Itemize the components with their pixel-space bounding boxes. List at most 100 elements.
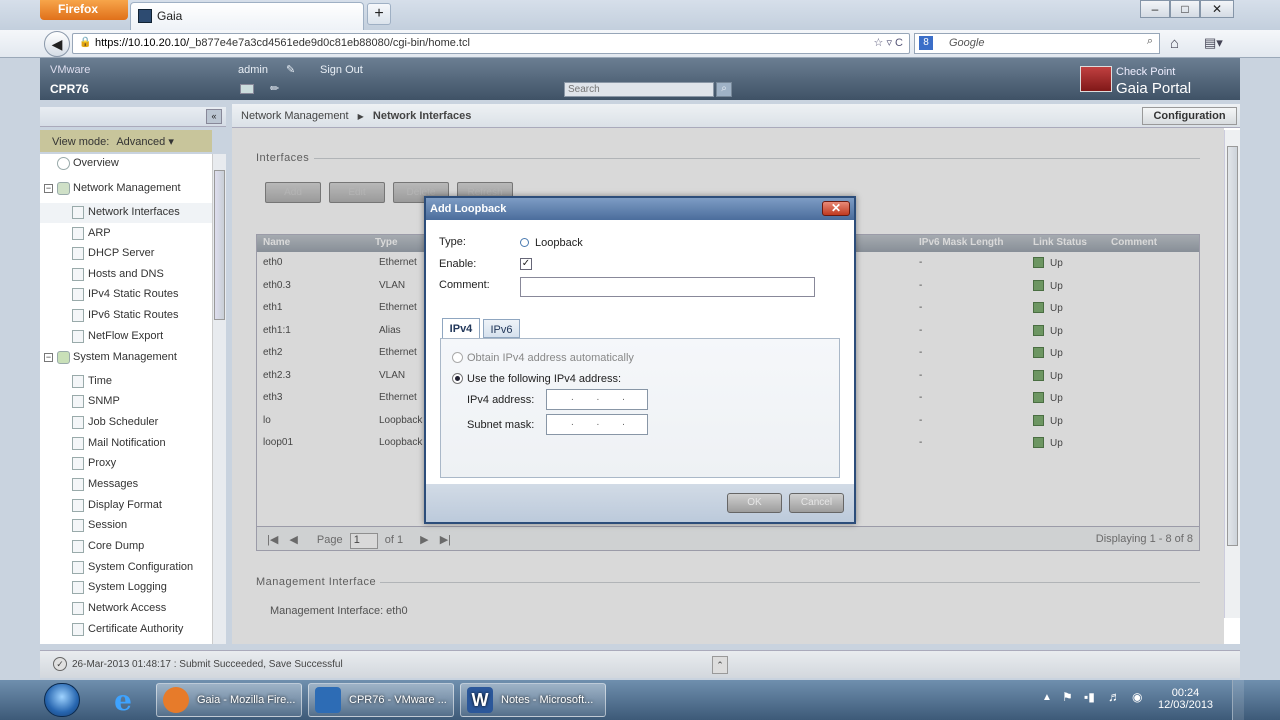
edit-pencil-icon[interactable]: ✏ (270, 82, 279, 95)
taskbar-item-label: CPR76 - VMware ... (349, 694, 447, 706)
sidebar-item-ipv4-static-routes[interactable]: IPv4 Static Routes (40, 285, 212, 305)
tools-icon[interactable]: ✎ (286, 63, 295, 76)
new-tab-button[interactable]: + (367, 3, 391, 25)
clock-time: 00:24 (1171, 687, 1200, 699)
start-button-icon[interactable] (44, 683, 80, 717)
enable-checkbox[interactable]: ✓ (520, 258, 532, 270)
view-mode-selector[interactable]: View mode: Advanced ▾ (40, 130, 212, 152)
sidebar-item-netflow-export[interactable]: NetFlow Export (40, 327, 212, 347)
url-bar[interactable]: 🔒 https://10.10.20.10/_b877e4e7a3cd4561e… (72, 33, 910, 54)
language-icon[interactable]: ◉ (1132, 690, 1142, 704)
collapse-node-icon[interactable]: − (44, 353, 53, 362)
page-icon (72, 309, 84, 322)
sidebar-item-hosts-dns[interactable]: Hosts and DNS (40, 265, 212, 285)
sidebar-item-network-interfaces[interactable]: Network Interfaces (40, 203, 212, 223)
page-icon (72, 499, 84, 512)
ipv4-address-label: IPv4 address: (467, 394, 535, 406)
back-arrow-icon[interactable]: ◀ (44, 31, 70, 57)
sidebar-item-network-management[interactable]: − Network Management (40, 179, 212, 199)
system-clock[interactable]: 00:24 12/03/2013 (1158, 687, 1213, 711)
breadcrumb-separator-icon: ▶ (357, 112, 364, 121)
magnifier-icon[interactable]: ⌕ (1147, 35, 1153, 48)
bookmarks-menu-icon[interactable]: ▤▾ (1204, 35, 1223, 51)
page-icon (72, 416, 84, 429)
gaia-favicon-icon (138, 9, 152, 23)
browser-tab-gaia[interactable]: Gaia (130, 2, 364, 30)
close-icon[interactable]: ✕ (822, 201, 850, 216)
network-signal-icon[interactable]: ▪▮ (1084, 690, 1095, 704)
search-icon[interactable]: ⌕ (716, 82, 732, 97)
scrollbar-thumb[interactable] (214, 170, 225, 320)
sidebar-item-dhcp-server[interactable]: DHCP Server (40, 244, 212, 264)
home-icon[interactable]: ⌂ (1170, 35, 1179, 52)
taskbar-item-word[interactable]: W Notes - Microsoft... (460, 683, 606, 717)
close-window-button[interactable]: ✕ (1200, 0, 1234, 18)
show-hidden-icons-icon[interactable]: ▲ (1042, 692, 1052, 703)
minimize-button[interactable]: – (1140, 0, 1170, 18)
tab-ipv6[interactable]: IPv6 (483, 319, 520, 338)
comment-label: Comment: (439, 279, 490, 291)
ok-button[interactable]: OK (727, 493, 782, 513)
sidebar-item-overview[interactable]: Overview (40, 154, 212, 174)
action-center-icon[interactable]: ⚑ (1062, 690, 1073, 704)
breadcrumb-parent[interactable]: Network Management (241, 110, 349, 122)
sidebar-item-certificate-authority[interactable]: Certificate Authority (40, 620, 212, 640)
terminal-icon[interactable] (240, 84, 254, 94)
collapse-sidebar-icon[interactable]: « (206, 109, 222, 124)
page-icon (72, 540, 84, 553)
sidebar-item-ipv6-static-routes[interactable]: IPv6 Static Routes (40, 306, 212, 326)
expand-status-icon[interactable]: ⌃ (712, 656, 728, 674)
sidebar-item-mail-notification[interactable]: Mail Notification (40, 434, 212, 454)
sidebar-item-messages[interactable]: Messages (40, 475, 212, 495)
sidebar-item-label: System Configuration (88, 561, 194, 573)
subnet-mask-input[interactable]: . . . (546, 414, 648, 435)
sidebar-item-arp[interactable]: ARP (40, 224, 212, 244)
check-point-logo-icon (1080, 66, 1112, 92)
tab-ipv4[interactable]: IPv4 (442, 318, 480, 338)
taskbar-item-label: Gaia - Mozilla Fire... (197, 694, 296, 706)
maximize-button[interactable]: □ (1170, 0, 1200, 18)
taskbar-item-firefox[interactable]: Gaia - Mozilla Fire... (156, 683, 302, 717)
sidebar-item-system-management[interactable]: − System Management (40, 348, 212, 368)
system-icon (57, 351, 70, 364)
portal-search-input[interactable] (564, 82, 714, 97)
type-value: Loopback (520, 237, 583, 249)
main-scrollbar[interactable] (1224, 130, 1240, 618)
web-search-input[interactable]: 8 Google ⌕ (914, 33, 1160, 54)
bookmark-star-icon[interactable]: ☆ ▿ C (874, 36, 903, 49)
internet-explorer-icon[interactable]: e (106, 684, 140, 717)
sidebar-item-system-configuration[interactable]: System Configuration (40, 558, 212, 578)
scrollbar-thumb[interactable] (1227, 146, 1238, 546)
radio-use-following[interactable] (452, 373, 463, 384)
volume-icon[interactable]: ♬ (1108, 689, 1121, 704)
sign-out-link[interactable]: Sign Out (320, 64, 363, 76)
show-desktop-button[interactable] (1232, 680, 1244, 720)
sidebar-item-job-scheduler[interactable]: Job Scheduler (40, 413, 212, 433)
page-icon (72, 206, 84, 219)
sidebar-item-snmp[interactable]: SNMP (40, 392, 212, 412)
ipv4-address-input[interactable]: . . . (546, 389, 648, 410)
dialog-title[interactable]: Add Loopback (426, 198, 854, 220)
comment-field[interactable] (520, 277, 815, 297)
collapse-node-icon[interactable]: − (44, 184, 53, 193)
sidebar-scrollbar[interactable] (212, 154, 226, 644)
page-icon (72, 247, 84, 260)
sidebar-item-display-format[interactable]: Display Format (40, 496, 212, 516)
taskbar-item-label: Notes - Microsoft... (501, 694, 594, 706)
configuration-button[interactable]: Configuration (1142, 107, 1237, 125)
firefox-menu-button[interactable]: Firefox (40, 0, 128, 20)
gaia-header: VMware CPR76 admin ✎ Sign Out ✏ ⌕ Check … (40, 58, 1240, 100)
sidebar-item-system-logging[interactable]: System Logging (40, 578, 212, 598)
user-label[interactable]: admin (238, 64, 268, 76)
page-icon (72, 519, 84, 532)
navigation-tree: Overview − Network Management Network Int… (40, 154, 212, 644)
sidebar-item-core-dump[interactable]: Core Dump (40, 537, 212, 557)
sidebar-item-session[interactable]: Session (40, 516, 212, 536)
taskbar-item-vmware[interactable]: CPR76 - VMware ... (308, 683, 454, 717)
page-icon (72, 395, 84, 408)
sidebar-item-proxy[interactable]: Proxy (40, 454, 212, 474)
radio-obtain-automatically[interactable] (452, 352, 463, 363)
sidebar-item-network-access[interactable]: Network Access (40, 599, 212, 619)
cancel-button[interactable]: Cancel (789, 493, 844, 513)
sidebar-item-time[interactable]: Time (40, 372, 212, 392)
